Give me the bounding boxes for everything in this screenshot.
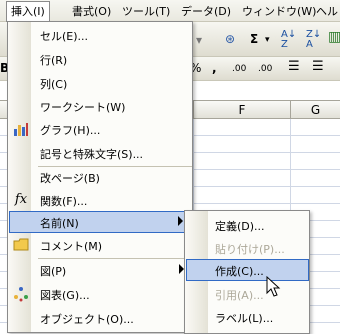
submenu-arrow-icon xyxy=(178,216,183,226)
menu-item-label: 図表(G)... xyxy=(40,289,90,302)
comma-style-button[interactable]: , xyxy=(212,60,217,76)
menu-item-label: 関数(F)... xyxy=(40,195,88,208)
menu-item-rows[interactable]: 行(R) xyxy=(9,48,192,70)
menu-item-label: グラフ(H)... xyxy=(40,124,101,137)
menu-item-label: 図(P) xyxy=(40,265,67,278)
autosum-dropdown-icon[interactable]: ▾ xyxy=(265,32,270,48)
decrease-indent-icon[interactable]: ☰ xyxy=(288,59,300,75)
menu-item-object[interactable]: オブジェクト(O)... xyxy=(9,307,192,329)
comment-icon xyxy=(13,237,29,253)
submenu-item-paste[interactable]: 貼り付け(P)... xyxy=(186,237,309,259)
submenu-item-label: 定義(D)... xyxy=(215,220,265,233)
insert-menu: セル(E)... 行(R) 列(C) ワークシート(W) グラフ(H)... 記… xyxy=(7,21,193,333)
submenu-item-apply[interactable]: 引用(A)... xyxy=(186,283,309,305)
menu-window[interactable]: ウィンドウ(W) xyxy=(242,4,316,19)
menu-item-cells[interactable]: セル(E)... xyxy=(9,24,192,46)
chart-icon xyxy=(13,121,29,137)
menu-item-label: 記号と特殊文字(S)... xyxy=(40,148,144,161)
menu-item-label: 名前(N) xyxy=(40,217,79,230)
submenu-item-label-text: ラベル(L)... xyxy=(215,312,274,325)
menu-item-worksheet[interactable]: ワークシート(W) xyxy=(9,95,192,117)
function-icon: fx xyxy=(14,192,28,207)
submenu-item-label: 作成(C)... xyxy=(215,265,264,278)
sort-ascending-icon[interactable]: A↓ Z xyxy=(281,30,296,50)
menu-item-label: ワークシート(W) xyxy=(40,101,126,114)
column-header-g[interactable]: G xyxy=(290,101,340,119)
redo-dropdown-icon[interactable]: ▾ xyxy=(196,32,202,48)
mouse-cursor-icon xyxy=(266,276,281,297)
menu-tools[interactable]: ツール(T) xyxy=(122,4,170,19)
menu-item-label: コメント(M) xyxy=(40,240,103,253)
menu-item-label: 改ページ(B) xyxy=(40,172,100,185)
menu-item-columns[interactable]: 列(C) xyxy=(9,72,192,94)
submenu-item-label[interactable]: ラベル(L)... xyxy=(186,306,309,328)
submenu-item-create[interactable]: 作成(C)... xyxy=(186,259,309,281)
menu-item-label: セル(E)... xyxy=(40,30,89,43)
menu-insert[interactable]: 挿入(I) xyxy=(6,1,50,22)
menu-item-label: 行(R) xyxy=(40,54,68,67)
menu-item-picture[interactable]: 図(P) xyxy=(9,259,192,281)
menu-item-diagram[interactable]: 図表(G)... xyxy=(9,283,192,305)
autosum-button[interactable]: Σ xyxy=(250,31,258,47)
submenu-item-label: 引用(A)... xyxy=(215,289,264,302)
menu-data[interactable]: データ(D) xyxy=(181,4,231,19)
menu-item-name[interactable]: 名前(N) xyxy=(9,211,192,233)
decrease-decimal-button[interactable]: .00 xyxy=(258,61,272,77)
menu-item-comment[interactable]: コメント(M) xyxy=(9,234,192,256)
submenu-item-label: 貼り付け(P)... xyxy=(215,243,285,256)
menu-item-chart[interactable]: グラフ(H)... xyxy=(9,118,192,140)
menu-item-label: 列(C) xyxy=(40,78,68,91)
name-submenu: 定義(D)... 貼り付け(P)... 作成(C)... 引用(A)... ラベ… xyxy=(184,210,310,334)
menu-help[interactable]: ヘル xyxy=(316,4,338,19)
menu-format[interactable]: 書式(O) xyxy=(72,4,111,19)
sort-descending-icon[interactable]: Z↓ A xyxy=(306,30,321,50)
menu-bar: 挿入(I) 書式(O) ツール(T) データ(D) ウィンドウ(W) ヘル xyxy=(0,0,340,22)
column-header-f[interactable]: F xyxy=(193,101,290,119)
menu-item-symbol[interactable]: 記号と特殊文字(S)... xyxy=(9,142,192,164)
menu-item-label: オブジェクト(O)... xyxy=(40,313,134,326)
increase-decimal-button[interactable]: .00 xyxy=(232,61,246,77)
chart-wizard-icon[interactable]: ▥ xyxy=(328,29,340,45)
diagram-icon xyxy=(13,286,29,302)
hyperlink-icon[interactable]: ⊛ xyxy=(225,31,235,47)
menu-item-function[interactable]: fx 関数(F)... xyxy=(9,189,192,211)
increase-indent-icon[interactable]: ☰ xyxy=(312,59,324,75)
menu-item-page-break[interactable]: 改ページ(B) xyxy=(9,166,192,188)
submenu-item-define[interactable]: 定義(D)... xyxy=(186,214,309,236)
